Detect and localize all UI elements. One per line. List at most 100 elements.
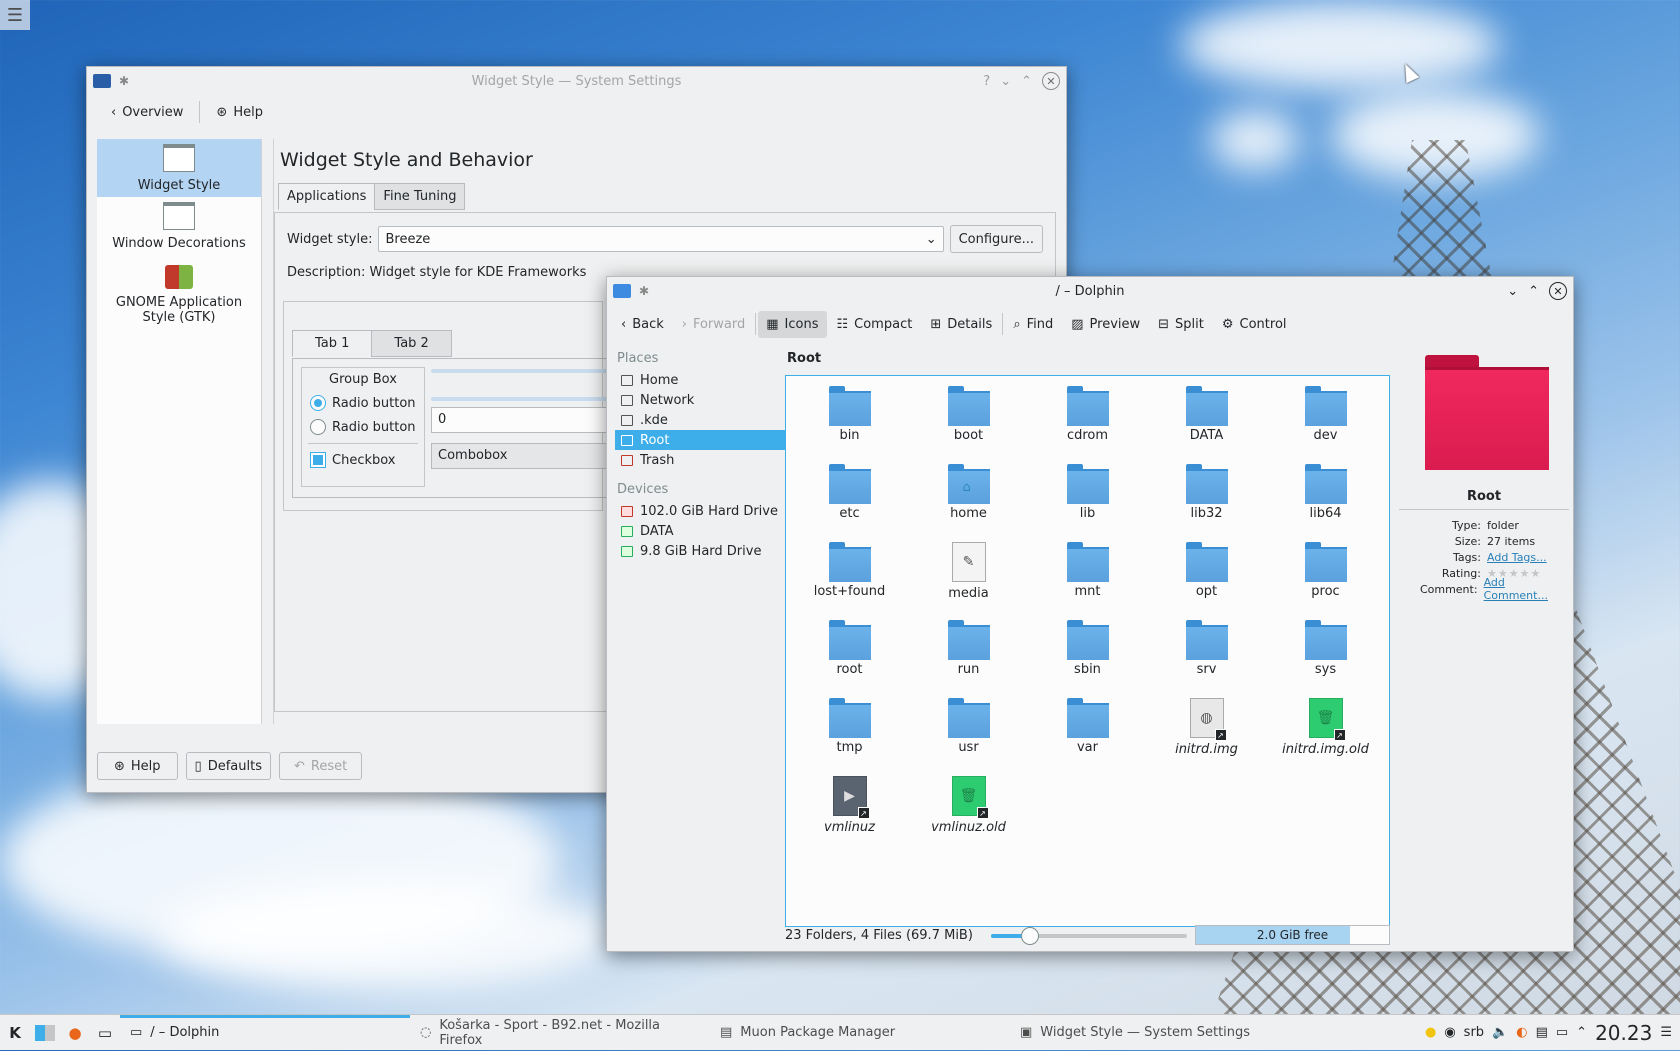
info-link[interactable]: Add Comment... — [1484, 576, 1569, 602]
free-space-bar[interactable]: 2.0 GiB free — [1195, 925, 1390, 945]
minimize-icon[interactable]: ⌄ — [1507, 284, 1518, 299]
taskbar-task[interactable]: ▤ Muon Package Manager — [710, 1015, 1010, 1051]
configure-button[interactable]: Configure... — [949, 225, 1043, 253]
sidebar-item-gtk[interactable]: GNOME Application Style (GTK) — [97, 255, 261, 329]
bottom-help-button[interactable]: ⊛ Help — [97, 752, 178, 780]
expand-tray-icon[interactable]: ⌃ — [1576, 1025, 1587, 1040]
widget-style-combo[interactable]: Breeze ⌄ — [378, 226, 944, 252]
preview-combobox[interactable]: Combobox — [431, 443, 621, 469]
file-item[interactable]: etc — [790, 464, 909, 542]
find-button[interactable]: ⌕ Find — [1005, 311, 1061, 338]
kde-launcher-icon[interactable]: K — [4, 1022, 26, 1044]
file-item[interactable]: mnt — [1028, 542, 1147, 620]
file-item[interactable]: usr — [909, 698, 1028, 776]
file-item[interactable]: srv — [1147, 620, 1266, 698]
tab-fine-tuning[interactable]: Fine Tuning — [374, 183, 466, 210]
help-icon[interactable]: ? — [983, 74, 990, 89]
maximize-icon[interactable]: ⌃ — [1021, 74, 1032, 89]
file-item[interactable]: lost+found — [790, 542, 909, 620]
back-button[interactable]: ‹ Back — [613, 311, 672, 338]
battery-icon[interactable]: ◐ — [1516, 1025, 1527, 1040]
taskbar-task[interactable]: ◌ Košarka - Sport - B92.net - Mozilla Fir… — [410, 1015, 710, 1051]
settings-titlebar[interactable]: ✱ Widget Style — System Settings ? ⌄ ⌃ ✕ — [87, 67, 1066, 95]
file-item[interactable]: DATA — [1147, 386, 1266, 464]
help-button[interactable]: ⊛ Help — [208, 101, 271, 124]
split-button[interactable]: ⊟ Split — [1150, 311, 1212, 338]
keyboard-layout[interactable]: srb — [1464, 1025, 1484, 1040]
breadcrumb[interactable]: Root — [787, 351, 821, 366]
radio-row-1[interactable]: Radio button — [310, 395, 424, 411]
pin-icon[interactable]: ✱ — [119, 74, 129, 88]
places-item[interactable]: Home — [615, 370, 787, 390]
file-item[interactable]: dev — [1266, 386, 1385, 464]
volume-icon[interactable]: 🔈 — [1492, 1025, 1508, 1040]
file-manager-icon[interactable]: ▭ — [94, 1022, 116, 1044]
file-item[interactable]: lib — [1028, 464, 1147, 542]
places-item[interactable]: Trash — [615, 450, 787, 470]
preview-spinbox[interactable]: 0 — [431, 407, 621, 433]
display-icon[interactable]: ▭ — [1556, 1025, 1568, 1040]
file-item[interactable]: boot — [909, 386, 1028, 464]
file-item[interactable]: ✎ media — [909, 542, 1028, 620]
file-item[interactable]: ▶ ↗ vmlinuz — [790, 776, 909, 854]
preview-tab-2[interactable]: Tab 2 — [371, 330, 452, 357]
sidebar-item-window-decorations[interactable]: Window Decorations — [97, 197, 261, 255]
notification-icon[interactable]: ● — [1425, 1025, 1436, 1040]
device-item[interactable]: 102.0 GiB Hard Drive — [615, 501, 787, 521]
device-item[interactable]: 9.8 GiB Hard Drive — [615, 541, 787, 561]
network-icon[interactable]: ◉ — [1444, 1025, 1455, 1040]
control-button[interactable]: ⚙ Control — [1214, 311, 1295, 338]
file-item[interactable]: run — [909, 620, 1028, 698]
minimize-icon[interactable]: ⌄ — [1000, 74, 1011, 89]
dolphin-titlebar[interactable]: ✱ / – Dolphin ⌄ ⌃ ✕ — [607, 277, 1573, 305]
firefox-icon[interactable]: ● — [64, 1022, 86, 1044]
file-item[interactable]: 🗑 ↗ initrd.img.old — [1266, 698, 1385, 776]
maximize-icon[interactable]: ⌃ — [1528, 284, 1539, 299]
clock[interactable]: 20.23 — [1595, 1021, 1652, 1045]
preview-button[interactable]: ▨ Preview — [1063, 311, 1148, 338]
file-item[interactable]: cdrom — [1028, 386, 1147, 464]
preview-slider-1[interactable] — [431, 369, 611, 373]
preview-tab-1[interactable]: Tab 1 — [292, 330, 373, 357]
file-item[interactable]: lib64 — [1266, 464, 1385, 542]
file-item[interactable]: ⌂ home — [909, 464, 1028, 542]
defaults-button[interactable]: ▯ Defaults — [185, 752, 271, 780]
file-view[interactable]: bin boot cdrom DATA dev etc ⌂ home lib lib32 lib64… — [785, 375, 1390, 927]
panel-menu-icon[interactable]: ☰ — [1660, 1025, 1672, 1040]
details-view-button[interactable]: ⊞ Details — [922, 311, 1000, 338]
places-item[interactable]: Network — [615, 390, 787, 410]
file-item[interactable]: var — [1028, 698, 1147, 776]
checkbox-row[interactable]: Checkbox — [310, 452, 424, 468]
reset-button[interactable]: ↶ Reset — [278, 752, 363, 780]
file-item[interactable]: lib32 — [1147, 464, 1266, 542]
file-item[interactable]: root — [790, 620, 909, 698]
device-item[interactable]: DATA — [615, 521, 787, 541]
forward-button[interactable]: › Forward — [674, 311, 753, 338]
overview-button[interactable]: ‹ Overview — [103, 101, 191, 124]
desktop-menu-button[interactable]: ☰ — [0, 0, 30, 30]
preview-slider-2[interactable] — [431, 397, 611, 401]
file-item[interactable]: tmp — [790, 698, 909, 776]
file-item[interactable]: sys — [1266, 620, 1385, 698]
file-item[interactable]: sbin — [1028, 620, 1147, 698]
places-item[interactable]: .kde — [615, 410, 787, 430]
zoom-slider[interactable] — [991, 927, 1187, 945]
file-item[interactable]: opt — [1147, 542, 1266, 620]
pin-icon[interactable]: ✱ — [639, 284, 649, 298]
radio-row-2[interactable]: Radio button — [310, 419, 424, 435]
info-link[interactable]: Add Tags... — [1487, 551, 1547, 564]
compact-view-button[interactable]: ☷ Compact — [829, 311, 921, 338]
icons-view-button[interactable]: ▦ Icons — [758, 310, 827, 338]
places-item[interactable]: Root — [615, 430, 787, 450]
clipboard-icon[interactable]: ▤ — [1536, 1025, 1548, 1040]
sidebar-item-widget-style[interactable]: Widget Style — [97, 139, 261, 197]
close-icon[interactable]: ✕ — [1042, 72, 1060, 90]
file-item[interactable]: ◍ ↗ initrd.img — [1147, 698, 1266, 776]
close-icon[interactable]: ✕ — [1549, 282, 1567, 300]
pager-icon[interactable] — [34, 1022, 56, 1044]
taskbar-task[interactable]: ▣ Widget Style — System Settings — [1010, 1015, 1260, 1051]
taskbar-task[interactable]: ▭ / – Dolphin — [120, 1014, 410, 1051]
zoom-thumb[interactable] — [1021, 927, 1040, 945]
file-item[interactable]: proc — [1266, 542, 1385, 620]
tab-applications[interactable]: Applications — [278, 183, 376, 210]
